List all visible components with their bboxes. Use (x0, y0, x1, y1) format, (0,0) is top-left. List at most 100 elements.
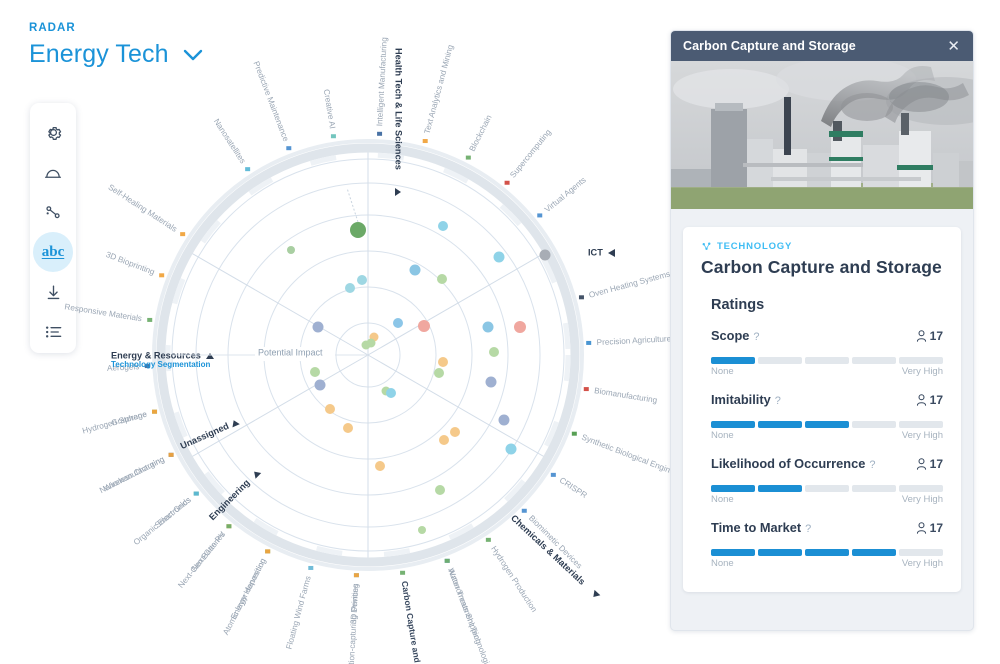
rating-bar[interactable] (711, 549, 943, 556)
spoke-marker[interactable] (537, 213, 543, 218)
spoke-marker[interactable] (583, 387, 589, 392)
data-point[interactable] (505, 443, 517, 455)
spoke-marker[interactable] (286, 146, 292, 151)
segment-label-group[interactable]: ICT (588, 247, 615, 257)
rating-bar[interactable] (711, 485, 943, 492)
rating-segment[interactable] (852, 485, 896, 492)
data-point[interactable] (438, 221, 448, 231)
rating-segment[interactable] (758, 421, 802, 428)
rating-segment[interactable] (805, 421, 849, 428)
spoke-label[interactable]: Graphene (110, 409, 148, 427)
rating-segment[interactable] (711, 485, 755, 492)
spoke-label[interactable]: Next-Gen Batteries (176, 530, 227, 590)
spoke-marker[interactable] (485, 537, 491, 542)
spoke-marker[interactable] (147, 317, 153, 322)
spoke-marker[interactable] (377, 131, 383, 136)
segment-label[interactable]: Chemicals & Materials (509, 513, 587, 587)
spoke-label[interactable]: Hydrogen Production (489, 544, 539, 614)
spoke-label[interactable]: Intelligent Manufacturing (375, 37, 389, 127)
rating-segment[interactable] (758, 485, 802, 492)
data-point[interactable] (437, 274, 447, 284)
spoke-label[interactable]: CRISPR (558, 476, 589, 500)
rating-segment[interactable] (711, 421, 755, 428)
data-point[interactable] (409, 264, 421, 276)
segment-label[interactable]: Health Tech & Life Sciences (394, 48, 404, 170)
data-point[interactable] (361, 340, 371, 350)
segment-label-group[interactable]: Energy & ResourcesTechnology Segmentatio… (111, 350, 214, 369)
data-point[interactable] (514, 321, 526, 333)
data-point[interactable] (310, 367, 320, 377)
rating-segment[interactable] (805, 357, 849, 364)
close-icon[interactable]: ✕ (944, 37, 963, 56)
rating-segment[interactable] (758, 549, 802, 556)
data-point[interactable] (312, 321, 324, 333)
data-point[interactable] (482, 321, 494, 333)
data-point[interactable] (357, 275, 367, 285)
data-point[interactable] (434, 368, 444, 378)
data-point-selected[interactable] (350, 222, 366, 238)
rating-bar[interactable] (711, 421, 943, 428)
data-point[interactable] (485, 376, 497, 388)
spoke-label[interactable]: Atomic layer deposition (221, 556, 268, 636)
spoke-label[interactable]: Responsive Materials (64, 302, 143, 323)
spoke-marker[interactable] (422, 139, 428, 144)
help-icon[interactable]: ? (805, 523, 811, 535)
data-point[interactable] (435, 485, 445, 495)
data-point[interactable] (287, 246, 295, 254)
spoke-marker[interactable] (578, 295, 584, 300)
radar-chart[interactable]: Hydrogen Storage Wireless Charging Smart G… (0, 0, 672, 664)
rating-segment[interactable] (852, 357, 896, 364)
data-point[interactable] (386, 388, 396, 398)
spoke-marker[interactable] (400, 570, 406, 575)
help-icon[interactable]: ? (775, 395, 781, 407)
rating-segment[interactable] (758, 357, 802, 364)
data-point[interactable] (539, 249, 551, 261)
data-point[interactable] (343, 423, 353, 433)
spoke-label[interactable]: Supercomputing (508, 127, 553, 179)
data-point[interactable] (418, 526, 426, 534)
data-point[interactable] (489, 347, 499, 357)
spoke-label[interactable]: Carbon Capture and Storage (400, 580, 428, 664)
rating-segment[interactable] (899, 485, 943, 492)
spoke-label[interactable]: Precision Agriculture (596, 334, 671, 347)
spoke-label[interactable]: Nanomanufacturing (98, 454, 166, 495)
spoke-marker[interactable] (571, 431, 577, 436)
spoke-label[interactable]: Nanosatellites (212, 117, 248, 165)
rating-segment[interactable] (711, 549, 755, 556)
spoke-label[interactable]: Self-Healing Materials (106, 183, 178, 234)
spoke-label[interactable]: Floating Wind Farms (285, 575, 313, 650)
spoke-marker[interactable] (152, 409, 158, 414)
spoke-marker[interactable] (504, 180, 510, 185)
spoke-marker[interactable] (193, 491, 199, 496)
spoke-marker[interactable] (521, 508, 527, 513)
rating-segment[interactable] (852, 421, 896, 428)
rating-bar[interactable] (711, 357, 943, 364)
spoke-marker[interactable] (444, 558, 450, 563)
data-point[interactable] (493, 251, 505, 263)
data-point[interactable] (450, 427, 460, 437)
rating-segment[interactable] (899, 549, 943, 556)
segment-label-group[interactable]: Health Tech & Life Sciences (394, 48, 404, 196)
spoke-marker[interactable] (265, 549, 271, 554)
data-point[interactable] (393, 318, 403, 328)
rating-segment[interactable] (805, 549, 849, 556)
data-point[interactable] (438, 357, 448, 367)
spoke-label[interactable]: Text Analytics and Mining (423, 43, 456, 135)
spoke-label[interactable]: 3D Printing (349, 583, 360, 624)
spoke-label[interactable]: Organic Electronics (132, 495, 193, 547)
spoke-marker[interactable] (180, 232, 186, 237)
data-point[interactable] (314, 379, 326, 391)
segment-label[interactable]: ICT (588, 247, 603, 257)
spoke-label[interactable]: Oven Heating Systems (588, 269, 671, 299)
rating-segment[interactable] (899, 357, 943, 364)
spoke-marker[interactable] (245, 167, 251, 172)
spoke-label[interactable]: Synthetic Biological Engineering (580, 433, 672, 483)
rating-segment[interactable] (852, 549, 896, 556)
spoke-marker[interactable] (159, 273, 165, 278)
spoke-label[interactable]: Predictive Maintenance (252, 60, 291, 143)
spoke-label[interactable]: Creative AI (322, 89, 337, 130)
spoke-marker[interactable] (168, 452, 174, 457)
help-icon[interactable]: ? (753, 331, 759, 343)
spoke-label[interactable]: Biomanufacturing (594, 386, 659, 405)
spoke-marker[interactable] (465, 155, 471, 160)
